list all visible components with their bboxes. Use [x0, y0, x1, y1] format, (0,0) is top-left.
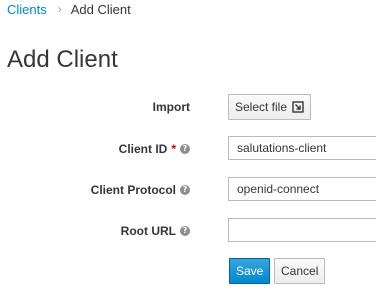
select-file-button[interactable]: Select file — [228, 94, 312, 120]
root-url-input[interactable] — [228, 218, 376, 242]
client-id-input[interactable]: salutations-client — [228, 136, 376, 160]
root-url-label: Root URL ? — [121, 222, 190, 240]
save-button[interactable]: Save — [229, 258, 271, 284]
import-label: Import — [153, 98, 190, 116]
root-url-row: Root URL ? — [0, 218, 376, 244]
select-file-label: Select file — [235, 100, 288, 114]
breadcrumb-separator-icon: › — [57, 2, 62, 16]
required-marker: * — [171, 142, 176, 156]
client-protocol-row: Client Protocol ? openid-connect — [0, 177, 376, 203]
client-id-label: Client ID * ? — [119, 140, 190, 158]
client-protocol-label-text: Client Protocol — [90, 183, 176, 197]
help-icon[interactable]: ? — [180, 185, 190, 195]
breadcrumb: Clients › Add Client — [7, 2, 131, 18]
help-icon[interactable]: ? — [180, 144, 190, 154]
add-client-page: Clients › Add Client Add Client Import S… — [0, 0, 376, 298]
import-row: Import Select file — [0, 94, 376, 120]
client-protocol-select[interactable]: openid-connect — [228, 177, 376, 201]
client-protocol-label: Client Protocol ? — [91, 181, 190, 199]
client-id-row: Client ID * ? salutations-client — [0, 136, 376, 162]
breadcrumb-current: Add Client — [70, 2, 131, 17]
breadcrumb-clients-link[interactable]: Clients — [7, 2, 47, 18]
root-url-label-text: Root URL — [120, 224, 176, 238]
form-actions: Save Cancel — [0, 258, 376, 284]
help-icon[interactable]: ? — [180, 226, 190, 236]
page-title: Add Client — [7, 46, 118, 73]
import-label-text: Import — [152, 100, 190, 114]
import-icon — [292, 101, 304, 113]
client-id-label-text: Client ID — [118, 142, 168, 156]
cancel-button[interactable]: Cancel — [274, 258, 326, 284]
